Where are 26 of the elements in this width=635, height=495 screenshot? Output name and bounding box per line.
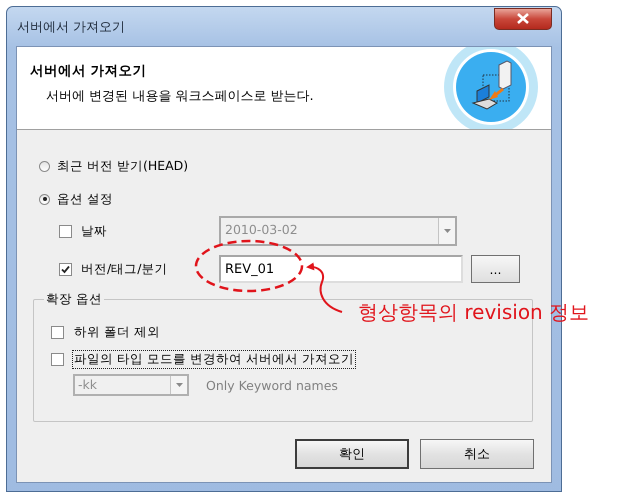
cancel-button[interactable]: 취소 bbox=[420, 439, 534, 469]
close-icon bbox=[516, 13, 530, 24]
group-title: 확장 옵션 bbox=[44, 291, 104, 308]
check-icon bbox=[61, 264, 70, 274]
version-field[interactable]: REV_01 bbox=[219, 255, 463, 283]
curved-arrow bbox=[306, 262, 342, 313]
keyword-note: Only Keyword names bbox=[206, 378, 338, 392]
checkbox-label: 파일의 타입 모드를 변경하여 서버에서 가져오기 bbox=[72, 350, 356, 368]
browse-button[interactable]: ... bbox=[471, 255, 520, 283]
radio-label: 최근 버전 받기(HEAD) bbox=[57, 158, 188, 174]
header-title: 서버에서 가져오기 bbox=[30, 62, 148, 80]
radio-button[interactable] bbox=[39, 194, 50, 204]
window-title: 서버에서 가져오기 bbox=[16, 18, 126, 36]
radio-label: 옵션 설정 bbox=[57, 190, 113, 208]
checkbox[interactable] bbox=[51, 352, 64, 366]
checkbox-label: 날짜 bbox=[81, 222, 107, 240]
checkbox-label: 하위 폴더 제외 bbox=[73, 322, 161, 340]
close-button[interactable] bbox=[494, 8, 552, 30]
radio-button[interactable] bbox=[39, 160, 50, 172]
checkbox[interactable] bbox=[59, 262, 72, 276]
header-subtitle: 서버에 변경된 내용을 워크스페이스로 받는다. bbox=[45, 88, 315, 105]
checkbox-label: 버전/태그/분기 bbox=[81, 260, 168, 278]
dropdown-arrow-icon bbox=[176, 383, 182, 387]
dropdown-arrow-icon bbox=[444, 229, 450, 233]
ok-button[interactable]: 확인 bbox=[295, 439, 409, 469]
checkbox[interactable] bbox=[51, 326, 64, 338]
